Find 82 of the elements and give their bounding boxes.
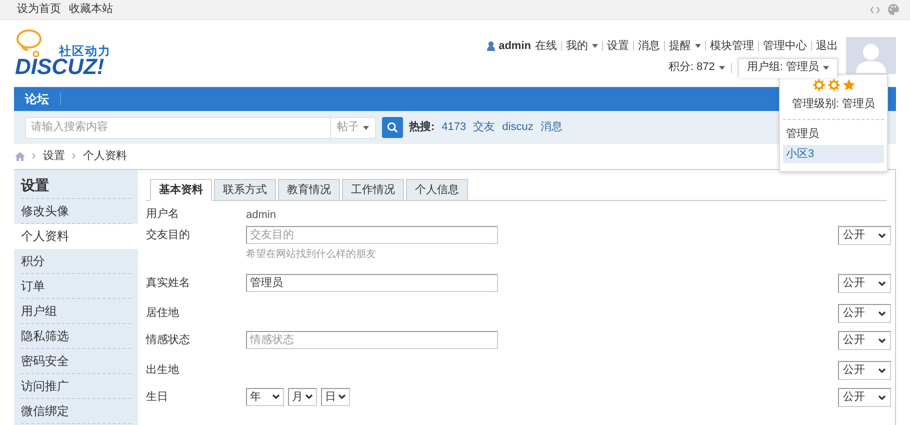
- breadcrumb-link[interactable]: 设置: [43, 148, 65, 164]
- privacy-select[interactable]: 公开: [838, 304, 891, 323]
- user-icon: [486, 41, 495, 52]
- group-menu-item[interactable]: 小区3: [783, 145, 884, 163]
- top-link[interactable]: 收藏本站: [69, 1, 113, 18]
- field-label: 出生地: [146, 363, 180, 378]
- field-label: 用户名: [146, 206, 180, 222]
- sidebar-item[interactable]: 用户组: [14, 299, 138, 324]
- user-menu-link[interactable]: 消息: [638, 38, 660, 54]
- hot-search-link[interactable]: 4173: [442, 119, 466, 136]
- chevron-icon: [878, 394, 886, 400]
- user-menu-link[interactable]: 设置: [607, 38, 629, 54]
- search-button[interactable]: [382, 117, 403, 138]
- sidebar-item[interactable]: 密码安全: [14, 349, 138, 374]
- top-link[interactable]: 设为首页: [17, 1, 61, 18]
- sidebar-item[interactable]: 订单: [14, 274, 138, 299]
- palette-icon[interactable]: [888, 4, 899, 15]
- field-label: 交友目的: [146, 228, 191, 243]
- user-menu-link[interactable]: 退出: [816, 38, 838, 54]
- user-menu-link[interactable]: 模块管理: [710, 38, 754, 54]
- caret-icon: [592, 44, 598, 48]
- tab[interactable]: 个人信息: [406, 179, 468, 201]
- field-label: 居住地: [146, 306, 180, 321]
- privacy-select[interactable]: 公开: [838, 274, 891, 293]
- username-link[interactable]: admin: [498, 38, 531, 54]
- date-select[interactable]: 年: [246, 388, 284, 406]
- sidebar-item[interactable]: 隐私筛选: [14, 324, 138, 349]
- privacy-select[interactable]: 公开: [838, 331, 891, 350]
- privacy-select[interactable]: 公开: [838, 388, 891, 407]
- date-select[interactable]: 日: [321, 388, 350, 406]
- chevron-icon: [878, 368, 886, 374]
- caret-icon: [718, 66, 725, 70]
- field-hint: 希望在网站找到什么样的朋友: [246, 248, 377, 262]
- chevron-icon: [878, 338, 886, 344]
- sidebar-title: 设置: [21, 175, 131, 199]
- nav-item[interactable]: 论坛: [14, 92, 61, 106]
- chevron-right-icon: [72, 153, 76, 159]
- field-label: 真实姓名: [146, 276, 191, 291]
- avatar[interactable]: [846, 37, 896, 74]
- chevron-icon: [878, 310, 886, 316]
- caret-icon: [823, 66, 829, 70]
- hot-search-link[interactable]: discuz: [502, 119, 534, 136]
- caret-icon: [695, 44, 701, 48]
- home-icon[interactable]: [15, 152, 25, 160]
- code-icon[interactable]: [870, 6, 880, 14]
- tab[interactable]: 基本资料: [150, 179, 212, 201]
- credits-link[interactable]: 积分: 872: [668, 59, 725, 76]
- hot-search-link[interactable]: 交友: [473, 119, 496, 136]
- chevron-icon: [338, 394, 346, 400]
- sidebar-item[interactable]: 积分: [14, 249, 138, 274]
- cloud-logo-icon: [16, 29, 44, 59]
- usergroup-link[interactable]: 用户组: 管理员: [738, 58, 838, 78]
- chevron-icon: [272, 394, 280, 400]
- user-menu-link[interactable]: 提醒: [669, 38, 701, 54]
- admin-level-text: 管理级别: 管理员: [783, 96, 884, 120]
- sidebar-item[interactable]: 个人资料: [14, 224, 138, 249]
- sidebar-item[interactable]: 访问推广: [14, 374, 138, 399]
- chevron-icon: [878, 232, 886, 238]
- date-select[interactable]: 月: [288, 388, 317, 406]
- group-title: 管理员: [785, 126, 820, 142]
- tab[interactable]: 教育情况: [278, 179, 340, 201]
- sidebar-item[interactable]: 微信绑定: [14, 399, 138, 424]
- tab[interactable]: 联系方式: [214, 179, 276, 201]
- chevron-right-icon: [32, 153, 36, 159]
- field-label: 情感状态: [146, 332, 191, 348]
- tab[interactable]: 工作情况: [342, 179, 404, 201]
- breadcrumb-link[interactable]: 个人资料: [83, 148, 127, 164]
- online-status: 在线: [535, 39, 557, 54]
- field-label: 生日: [146, 390, 169, 405]
- user-menu-link[interactable]: 管理中心: [763, 38, 807, 54]
- input-field[interactable]: 管理员: [246, 274, 498, 292]
- search-icon: [387, 122, 398, 133]
- caret-icon: [363, 126, 369, 130]
- hot-search-label: 热搜:: [409, 120, 435, 136]
- privacy-select[interactable]: 公开: [838, 226, 891, 245]
- chevron-icon: [878, 280, 886, 286]
- chevron-icon: [305, 394, 313, 400]
- hot-search-link[interactable]: 消息: [540, 119, 562, 136]
- privacy-select[interactable]: 公开: [838, 361, 891, 380]
- star-icon: [842, 79, 854, 91]
- field-value: admin: [246, 209, 276, 221]
- user-menu-link[interactable]: 我的: [566, 38, 598, 54]
